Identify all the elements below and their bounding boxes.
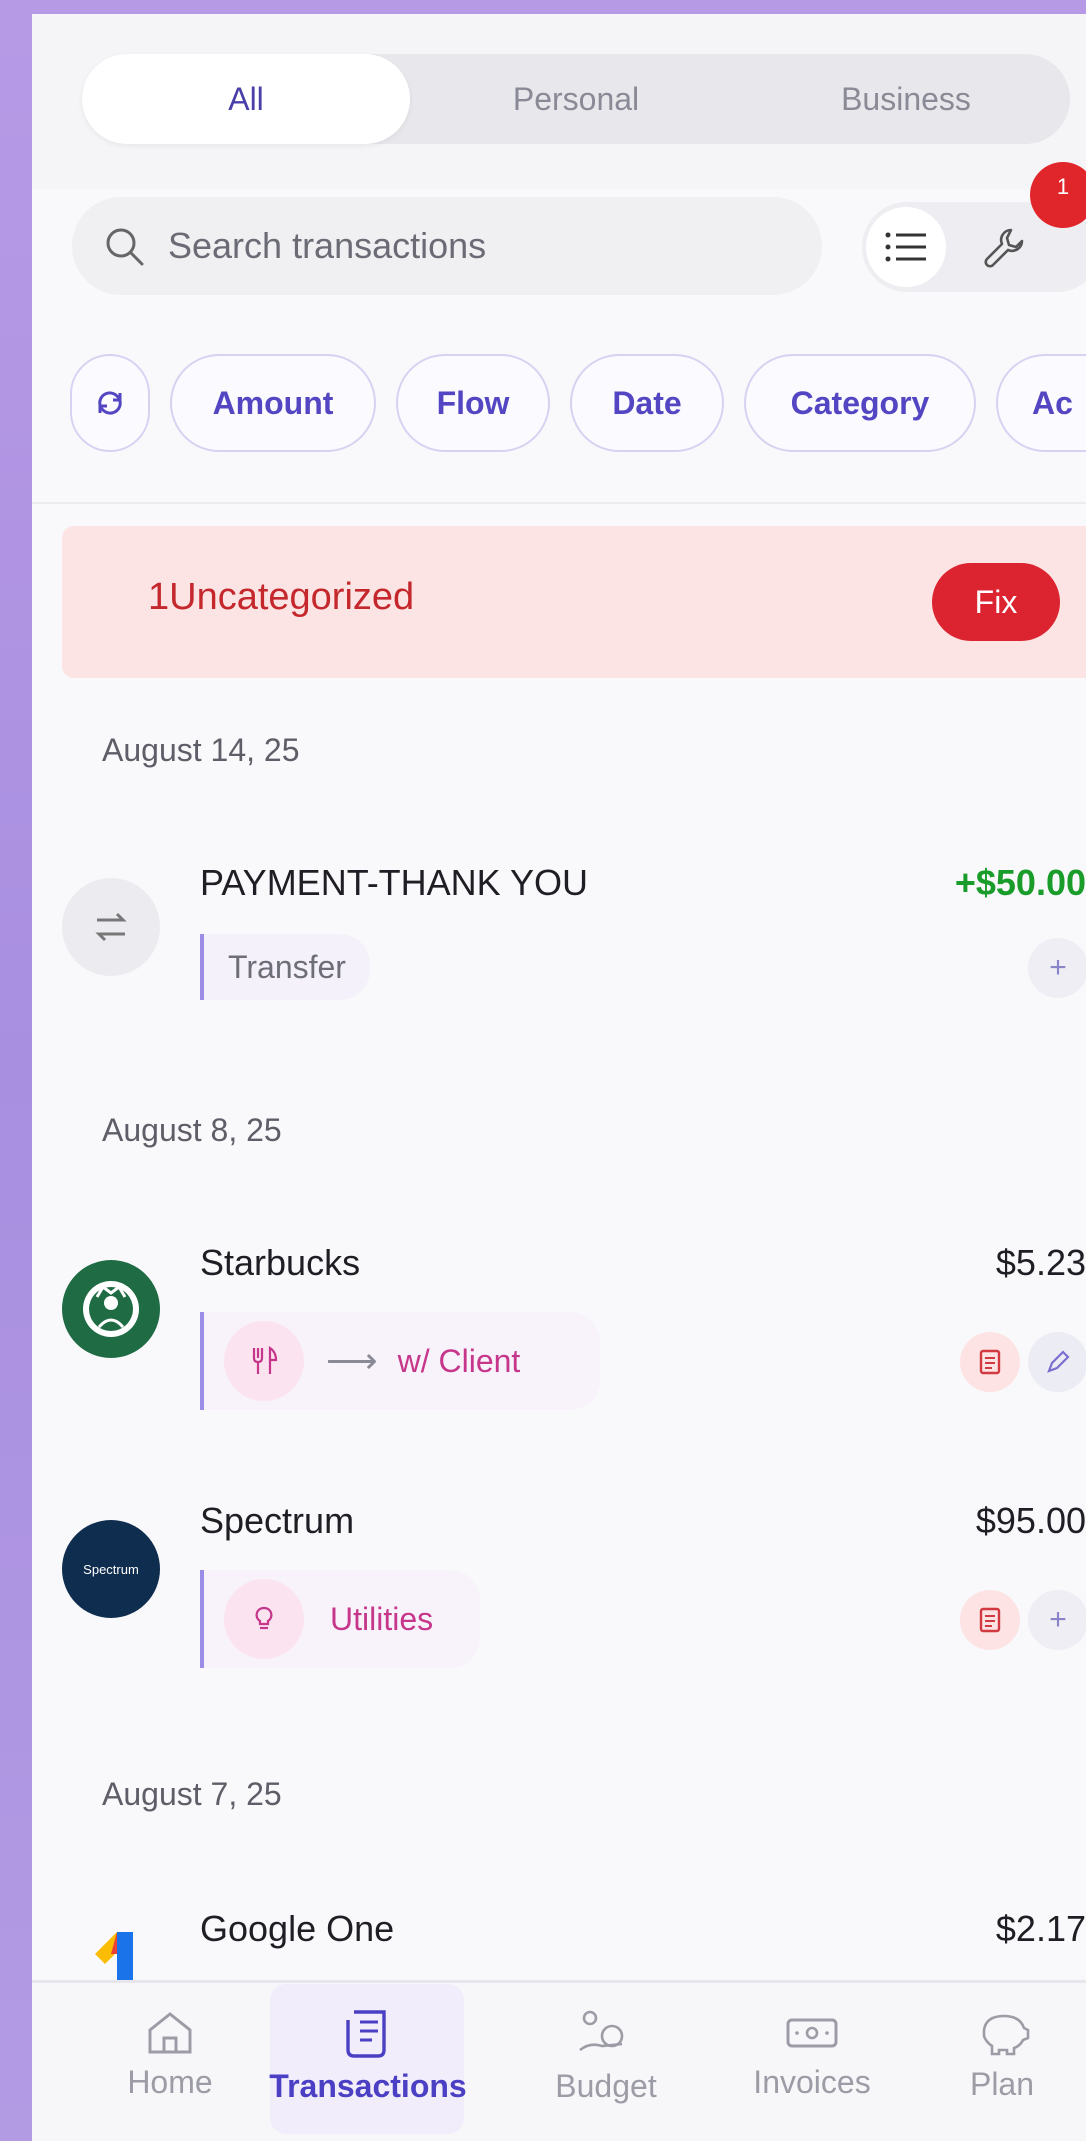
transaction-amount: $2.17 [995, 1908, 1086, 1949]
category-tag[interactable]: ⟶ w/ Client [200, 1312, 600, 1410]
uncategorized-alert: 1Uncategorized Fix [62, 526, 1086, 678]
nav-home[interactable]: Home [100, 1996, 240, 2126]
transaction-name[interactable]: Spectrum [200, 1500, 354, 1542]
filter-amount[interactable]: Amount [170, 354, 376, 452]
pencil-icon [1047, 1350, 1070, 1373]
tools-button[interactable] [964, 207, 1044, 287]
nav-invoices[interactable]: Invoices [732, 1996, 892, 2126]
budget-icon [579, 2010, 624, 2052]
home-icon [148, 2012, 192, 2054]
date-header: August 14, 25 [102, 732, 300, 768]
uncategorized-text: 1Uncategorized [148, 576, 414, 619]
segment-business[interactable]: Business [742, 54, 1070, 144]
date-header: August 8, 25 [102, 1112, 282, 1148]
filter-account[interactable]: Ac [996, 354, 1086, 452]
fix-button[interactable]: Fix [932, 563, 1060, 641]
refresh-icon [98, 391, 122, 415]
list-icon [885, 232, 926, 262]
fork-knife-icon [224, 1321, 304, 1401]
wrench-icon [984, 228, 1024, 268]
nav-transactions[interactable]: Transactions [258, 1996, 478, 2126]
document-icon [979, 1349, 1001, 1375]
nav-label: Plan [969, 2066, 1035, 2102]
receipt-button[interactable] [960, 1332, 1020, 1392]
document-icon [979, 1607, 1001, 1633]
search-input[interactable] [168, 225, 808, 267]
category-label: Utilities [330, 1600, 434, 1637]
account-type-segmented-control: All Personal Business [82, 54, 1070, 144]
transfer-icon [62, 878, 160, 976]
transaction-name[interactable]: Google One [200, 1908, 394, 1950]
search-bar[interactable] [72, 197, 822, 295]
app-screen: All Personal Business 1 [32, 14, 1086, 2141]
add-button[interactable]: + [1028, 938, 1086, 998]
nav-label: Home [127, 2064, 213, 2100]
edit-button[interactable] [1028, 1332, 1086, 1392]
filter-flow[interactable]: Flow [396, 354, 550, 452]
filter-date[interactable]: Date [570, 354, 724, 452]
piggy-bank-icon [982, 2014, 1030, 2056]
list-view-button[interactable] [866, 207, 946, 287]
nav-plan[interactable]: Plan [942, 1996, 1062, 2126]
category-label: w/ Client [397, 1342, 521, 1379]
transaction-amount: $5.23 [995, 1242, 1086, 1283]
add-button[interactable]: + [1028, 1590, 1086, 1650]
segment-personal[interactable]: Personal [412, 54, 740, 144]
nav-label: Invoices [753, 2064, 871, 2100]
receipt-button[interactable] [960, 1590, 1020, 1650]
nav-label: Transactions [269, 2068, 467, 2104]
spectrum-logo: Spectrum [62, 1520, 160, 1618]
date-header: August 7, 25 [102, 1776, 282, 1812]
uncategorized-count: 1 [148, 576, 170, 618]
transaction-name[interactable]: PAYMENT-THANK YOU [200, 862, 588, 904]
divider [32, 502, 1086, 504]
cash-icon [786, 2018, 838, 2048]
search-icon [106, 228, 144, 266]
category-tag[interactable]: Utilities [200, 1570, 480, 1668]
filter-category[interactable]: Category [744, 354, 976, 452]
nav-budget[interactable]: Budget [536, 1996, 676, 2126]
arrow-icon: ⟶ [326, 1340, 378, 1381]
nav-label: Budget [555, 2068, 657, 2104]
transaction-name[interactable]: Starbucks [200, 1242, 360, 1284]
category-tag[interactable]: Transfer [200, 934, 370, 1000]
receipt-icon [346, 2010, 386, 2058]
transaction-amount: +$50.00 [954, 862, 1086, 903]
uncategorized-label: Uncategorized [169, 576, 415, 618]
segment-all[interactable]: All [82, 54, 410, 144]
spectrum-logo-text: Spectrum [83, 1561, 139, 1577]
transaction-amount: $95.00 [975, 1500, 1086, 1541]
refresh-filter-button[interactable] [70, 354, 150, 452]
lightbulb-icon [224, 1579, 304, 1659]
starbucks-logo [62, 1260, 160, 1358]
